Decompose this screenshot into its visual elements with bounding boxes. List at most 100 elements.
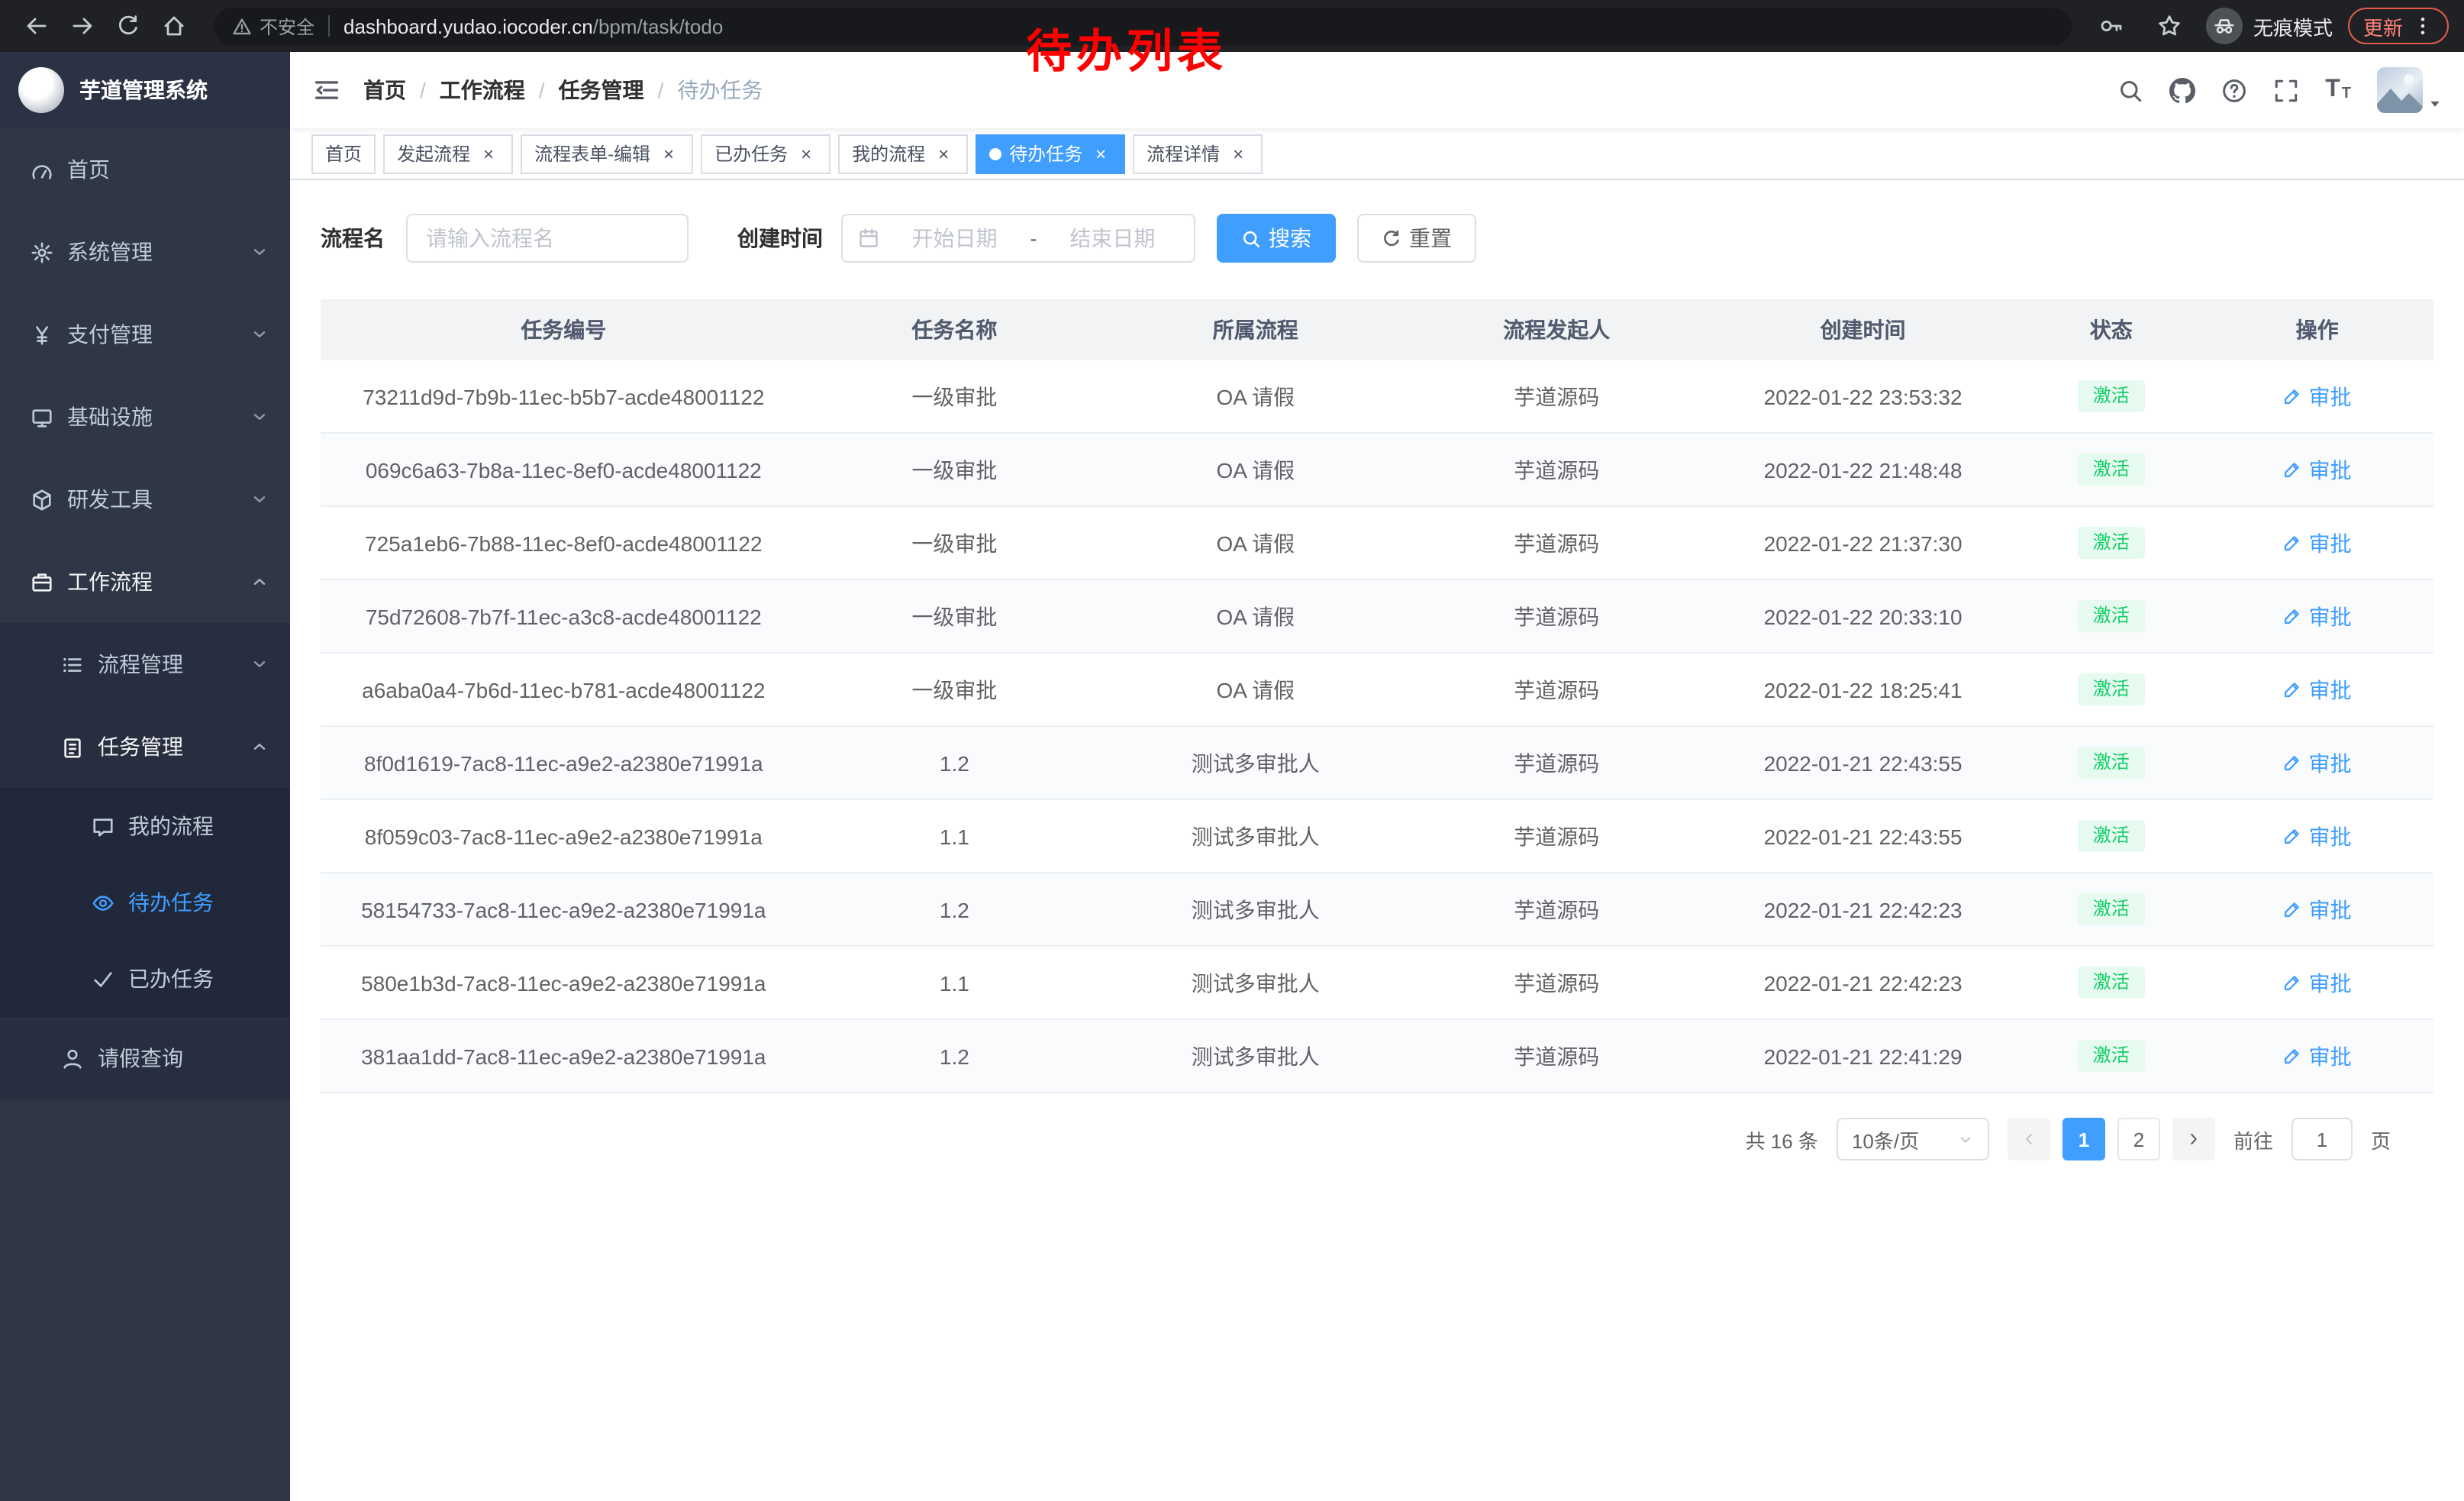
- sidebar-item[interactable]: 流程管理: [0, 623, 290, 705]
- fullscreen-icon[interactable]: [2273, 77, 2299, 103]
- approve-button[interactable]: 审批: [2283, 1041, 2352, 1071]
- start-date-placeholder[interactable]: 开始日期: [889, 223, 1021, 253]
- breadcrumb-item[interactable]: 待办任务: [677, 75, 763, 105]
- cell-initiator: 芋道源码: [1408, 967, 1704, 998]
- help-icon[interactable]: [2221, 77, 2247, 103]
- search-icon[interactable]: [2117, 77, 2143, 103]
- table-row: 8f0d1619-7ac8-11ec-a9e2-a2380e71991a 1.2…: [321, 727, 2433, 800]
- approve-button[interactable]: 审批: [2283, 894, 2352, 925]
- tab[interactable]: 流程详情: [1133, 134, 1263, 173]
- cell-process: OA 请假: [1102, 674, 1408, 705]
- forward-button[interactable]: [61, 5, 104, 47]
- tab[interactable]: 已办任务: [701, 134, 830, 173]
- cell-status: 激活: [2021, 894, 2201, 925]
- sidebar-item[interactable]: 系统管理: [0, 211, 290, 293]
- tab[interactable]: 发起流程: [383, 134, 513, 173]
- home-button[interactable]: [153, 5, 195, 47]
- sidebar-item[interactable]: 已办任务: [0, 941, 290, 1017]
- page-number-button[interactable]: 1: [2062, 1118, 2105, 1160]
- breadcrumb-item[interactable]: 任务管理: [559, 75, 664, 105]
- page-number-button[interactable]: 2: [2117, 1118, 2160, 1160]
- table-row: 75d72608-7b7f-11ec-a3c8-acde48001122 一级审…: [321, 580, 2433, 654]
- cell-created-time: 2022-01-22 20:33:10: [1704, 604, 2021, 628]
- user-menu[interactable]: [2377, 67, 2443, 113]
- status-badge: 激活: [2078, 894, 2145, 925]
- sidebar-item[interactable]: 首页: [0, 128, 290, 211]
- back-button[interactable]: [15, 5, 58, 47]
- reload-button[interactable]: [107, 5, 150, 47]
- close-icon[interactable]: [1227, 143, 1249, 164]
- cell-process: 测试多审批人: [1102, 967, 1408, 998]
- approve-button[interactable]: 审批: [2283, 381, 2352, 412]
- password-key-icon[interactable]: [2090, 5, 2133, 47]
- close-icon[interactable]: [1090, 143, 1111, 164]
- font-size-icon[interactable]: [2325, 78, 2351, 102]
- sidebar-item[interactable]: 基础设施: [0, 376, 290, 458]
- sidebar-item[interactable]: 请假查询: [0, 1017, 290, 1099]
- tab[interactable]: 首页: [311, 134, 376, 173]
- create-time-label: 创建时间: [737, 223, 823, 253]
- close-icon[interactable]: [933, 143, 954, 164]
- approve-button[interactable]: 审批: [2283, 747, 2352, 778]
- tab[interactable]: 我的流程: [838, 134, 968, 173]
- url-text: dashboard.yudao.iocoder.cn/bpm/task/todo: [343, 15, 723, 37]
- tab[interactable]: 待办任务: [976, 134, 1125, 173]
- page-size-select[interactable]: 10条/页: [1837, 1118, 1989, 1160]
- date-range-picker[interactable]: 开始日期 - 结束日期: [841, 214, 1195, 263]
- chevron-icon: [250, 243, 269, 261]
- cell-task-name: 1.2: [807, 897, 1103, 922]
- table-row: 725a1eb6-7b88-11ec-8ef0-acde48001122 一级审…: [321, 507, 2433, 580]
- sidebar-toggle-button[interactable]: [290, 52, 363, 128]
- cell-process: 测试多审批人: [1102, 1041, 1408, 1071]
- prev-page-button[interactable]: [2008, 1118, 2050, 1160]
- approve-button[interactable]: 审批: [2283, 821, 2352, 851]
- screen: 不安全 dashboard.yudao.iocoder.cn/bpm/task/…: [0, 0, 2464, 1501]
- close-icon[interactable]: [658, 143, 679, 164]
- sidebar-item-label: 流程管理: [98, 649, 183, 679]
- chevron-icon: [250, 738, 269, 756]
- process-name-input[interactable]: [406, 214, 689, 263]
- logo-row[interactable]: 芋道管理系统: [0, 52, 290, 128]
- active-dot: [989, 147, 1001, 160]
- github-icon[interactable]: [2169, 77, 2195, 103]
- goto-page-input[interactable]: [2291, 1118, 2353, 1160]
- search-button[interactable]: 搜索: [1217, 214, 1336, 263]
- close-icon[interactable]: [795, 143, 817, 164]
- avatar-image: [2377, 67, 2423, 113]
- approve-label: 审批: [2309, 1041, 2352, 1071]
- breadcrumb-item[interactable]: 工作流程: [440, 75, 545, 105]
- incognito-icon: [2206, 8, 2243, 44]
- tab[interactable]: 流程表单-编辑: [521, 134, 693, 173]
- end-date-placeholder[interactable]: 结束日期: [1047, 223, 1179, 253]
- chevron-icon: [250, 325, 269, 344]
- approve-button[interactable]: 审批: [2283, 454, 2352, 485]
- chevron-icon: [250, 490, 269, 508]
- breadcrumb-item[interactable]: 首页: [363, 75, 426, 105]
- edit-icon: [2283, 386, 2303, 406]
- close-icon[interactable]: [478, 143, 499, 164]
- update-button[interactable]: 更新: [2348, 8, 2449, 44]
- security-chip[interactable]: 不安全: [232, 13, 314, 39]
- sidebar-item[interactable]: 工作流程: [0, 541, 290, 623]
- sidebar-item[interactable]: 支付管理: [0, 293, 290, 376]
- table-row: 069c6a63-7b8a-11ec-8ef0-acde48001122 一级审…: [321, 434, 2433, 507]
- sidebar-item[interactable]: 任务管理: [0, 705, 290, 788]
- approve-button[interactable]: 审批: [2283, 674, 2352, 705]
- next-page-button[interactable]: [2172, 1118, 2215, 1160]
- cell-task-id: 58154733-7ac8-11ec-a9e2-a2380e71991a: [321, 897, 807, 922]
- sidebar-item[interactable]: 研发工具: [0, 458, 290, 541]
- logo: [18, 67, 64, 113]
- bookmark-star-icon[interactable]: [2148, 5, 2191, 47]
- approve-button[interactable]: 审批: [2283, 967, 2352, 998]
- approve-button[interactable]: 审批: [2283, 601, 2352, 631]
- sidebar-item-label: 请假查询: [98, 1043, 183, 1073]
- approve-button[interactable]: 审批: [2283, 528, 2352, 558]
- reset-button[interactable]: 重置: [1357, 214, 1476, 263]
- cell-initiator: 芋道源码: [1408, 821, 1704, 851]
- warning-icon: [232, 16, 252, 36]
- sidebar-item[interactable]: 待办任务: [0, 864, 290, 941]
- sidebar-item[interactable]: 我的流程: [0, 788, 290, 864]
- status-badge: 激活: [2078, 747, 2145, 779]
- cell-task-id: 069c6a63-7b8a-11ec-8ef0-acde48001122: [321, 457, 807, 482]
- avatar[interactable]: [2377, 67, 2423, 113]
